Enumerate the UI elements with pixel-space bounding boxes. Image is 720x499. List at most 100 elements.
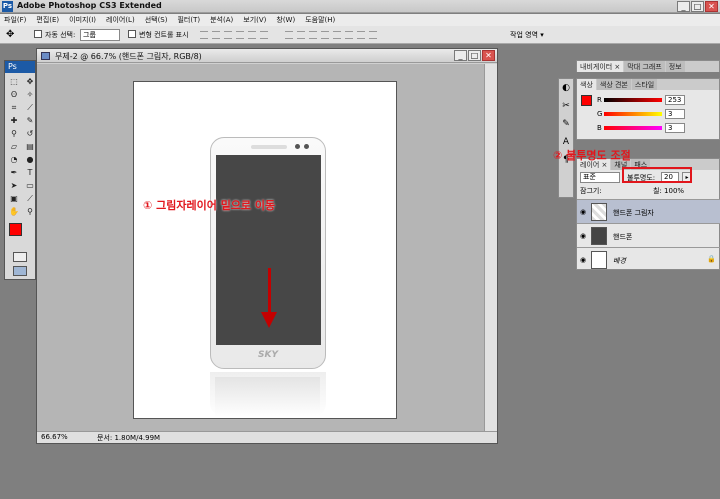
gradient-tool-icon[interactable]: ▤ bbox=[24, 141, 36, 152]
app-title: Adobe Photoshop CS3 Extended bbox=[17, 1, 162, 10]
hand-tool-icon[interactable]: ✋ bbox=[8, 206, 20, 217]
transform-controls-label: 변형 컨트롤 표시 bbox=[139, 31, 189, 39]
menu-file[interactable]: 파일(F) bbox=[4, 15, 26, 25]
doc-minimize-button[interactable]: _ bbox=[454, 50, 467, 61]
layer-name[interactable]: 배경 bbox=[613, 256, 626, 266]
move-tool-icon[interactable]: ✥ bbox=[6, 29, 14, 40]
b-label: B bbox=[597, 124, 602, 132]
color-fg-swatch[interactable] bbox=[581, 95, 592, 106]
distribute-buttons[interactable] bbox=[285, 31, 377, 39]
visibility-eye-icon[interactable]: ◉ bbox=[580, 208, 586, 216]
shape-tool-icon[interactable]: ▭ bbox=[24, 180, 36, 191]
minimize-button[interactable]: _ bbox=[677, 1, 690, 12]
menu-edit[interactable]: 편집(E) bbox=[36, 15, 59, 25]
menu-help[interactable]: 도움말(H) bbox=[305, 15, 335, 25]
auto-select-checkbox[interactable] bbox=[34, 30, 42, 38]
photoshop-app-icon: Ps bbox=[2, 1, 13, 12]
slice-tool-icon[interactable]: ⟋ bbox=[24, 102, 36, 113]
tab-navigator[interactable]: 내비게이터 × bbox=[577, 61, 624, 72]
workspace-button[interactable]: 작업 영역 ▾ bbox=[510, 30, 544, 40]
document-canvas[interactable]: SKY bbox=[133, 81, 397, 419]
tab-swatches[interactable]: 색상 견본 bbox=[596, 79, 631, 90]
fill-label: 칠: 100% bbox=[653, 187, 685, 195]
auto-select-dropdown[interactable]: 그룹 bbox=[80, 29, 120, 41]
document-title: 무제-2 @ 66.7% (핸드폰 그림자, RGB/8) bbox=[55, 52, 202, 61]
zoom-level[interactable]: 66.67% bbox=[41, 433, 68, 441]
b-value[interactable]: 3 bbox=[665, 123, 685, 133]
marquee-tool-icon[interactable]: ⬚ bbox=[8, 76, 20, 87]
vertical-scrollbar[interactable] bbox=[484, 64, 497, 432]
color-panel: 색상 색상 견본 스타일 R 253 G 3 B 3 bbox=[576, 78, 720, 140]
blur-tool-icon[interactable]: ◔ bbox=[8, 154, 20, 165]
close-button[interactable]: ✕ bbox=[705, 1, 718, 12]
document-window: 무제-2 @ 66.7% (핸드폰 그림자, RGB/8) _ □ ✕ SKY … bbox=[36, 48, 498, 444]
tab-styles[interactable]: 스타일 bbox=[631, 79, 658, 90]
g-value[interactable]: 3 bbox=[665, 109, 685, 119]
layer-row[interactable]: ◉ 핸드폰 그림자 bbox=[577, 199, 720, 223]
menu-analysis[interactable]: 분석(A) bbox=[210, 15, 233, 25]
canvas-area[interactable]: SKY bbox=[37, 64, 485, 432]
layer-thumbnail bbox=[591, 203, 607, 221]
document-title-bar: 무제-2 @ 66.7% (핸드폰 그림자, RGB/8) _ □ ✕ bbox=[37, 49, 497, 63]
options-bar: ✥ 자동 선택: 그룹 변형 컨트롤 표시 작업 영역 ▾ bbox=[0, 26, 720, 44]
r-slider[interactable] bbox=[604, 98, 662, 102]
brushes-icon[interactable]: ✎ bbox=[559, 119, 573, 133]
dodge-tool-icon[interactable]: ● bbox=[24, 154, 36, 165]
palette-icon[interactable]: ◐ bbox=[559, 83, 573, 97]
visibility-eye-icon[interactable]: ◉ bbox=[580, 256, 586, 264]
quick-mask-button[interactable] bbox=[13, 252, 27, 262]
layer-thumbnail bbox=[591, 227, 607, 245]
r-value[interactable]: 253 bbox=[665, 95, 685, 105]
fill-value[interactable]: 100% bbox=[664, 187, 684, 195]
b-slider[interactable] bbox=[604, 126, 662, 130]
toolbox-logo: Ps bbox=[5, 61, 35, 73]
visibility-eye-icon[interactable]: ◉ bbox=[580, 232, 586, 240]
menu-image[interactable]: 이미지(I) bbox=[69, 15, 96, 25]
magic-wand-tool-icon[interactable]: ✧ bbox=[24, 89, 36, 100]
doc-maximize-button[interactable]: □ bbox=[468, 50, 481, 61]
layer-row[interactable]: ◉ 핸드폰 bbox=[577, 223, 720, 247]
layer-name[interactable]: 핸드폰 그림자 bbox=[613, 208, 654, 218]
crop-tool-icon[interactable]: ⌗ bbox=[8, 102, 20, 113]
move-tool-icon[interactable]: ✥ bbox=[24, 76, 36, 87]
transform-controls-checkbox[interactable] bbox=[128, 30, 136, 38]
maximize-button[interactable]: □ bbox=[691, 1, 704, 12]
tab-info[interactable]: 정보 bbox=[665, 61, 685, 72]
menu-window[interactable]: 창(W) bbox=[276, 15, 295, 25]
align-buttons[interactable] bbox=[200, 31, 268, 39]
eyedropper-tool-icon[interactable]: ⟋ bbox=[24, 193, 36, 204]
type-tool-icon[interactable]: T bbox=[24, 167, 36, 178]
blend-mode-dropdown[interactable]: 표준 bbox=[580, 172, 620, 183]
brush-tool-icon[interactable]: ✎ bbox=[24, 115, 36, 126]
lock-label: 잠그기: bbox=[580, 187, 602, 195]
path-select-tool-icon[interactable]: ➤ bbox=[8, 180, 20, 191]
menu-filter[interactable]: 필터(T) bbox=[177, 15, 200, 25]
healing-brush-tool-icon[interactable]: ✚ bbox=[8, 115, 20, 126]
screen-mode-button[interactable] bbox=[13, 266, 27, 276]
pen-tool-icon[interactable]: ✒ bbox=[8, 167, 20, 178]
tools-preset-icon[interactable]: ✂ bbox=[559, 101, 573, 115]
g-label: G bbox=[597, 110, 603, 118]
phone-image: SKY bbox=[210, 137, 326, 369]
layer-thumbnail bbox=[591, 251, 607, 269]
notes-tool-icon[interactable]: ▣ bbox=[8, 193, 20, 204]
menu-bar: 파일(F) 편집(E) 이미지(I) 레이어(L) 선택(S) 필터(T) 분석… bbox=[0, 14, 720, 26]
doc-close-button[interactable]: ✕ bbox=[482, 50, 495, 61]
stamp-tool-icon[interactable]: ⚲ bbox=[8, 128, 20, 139]
history-brush-tool-icon[interactable]: ↺ bbox=[24, 128, 36, 139]
r-label: R bbox=[597, 96, 602, 104]
tab-color[interactable]: 색상 bbox=[577, 79, 596, 90]
phone-speaker bbox=[251, 145, 287, 149]
foreground-color-swatch[interactable] bbox=[9, 223, 22, 236]
zoom-tool-icon[interactable]: ⚲ bbox=[24, 206, 36, 217]
menu-select[interactable]: 선택(S) bbox=[145, 15, 168, 25]
tab-histogram[interactable]: 막대 그래프 bbox=[624, 61, 665, 72]
layer-row[interactable]: ◉ 배경 🔒 bbox=[577, 247, 720, 271]
menu-view[interactable]: 보기(V) bbox=[243, 15, 266, 25]
g-slider[interactable] bbox=[604, 112, 662, 116]
eraser-tool-icon[interactable]: ▱ bbox=[8, 141, 20, 152]
lasso-tool-icon[interactable]: ʘ bbox=[8, 89, 20, 100]
annotation-step1: ① 그림자레이어 밑으로 이동 bbox=[143, 199, 276, 212]
layer-name[interactable]: 핸드폰 bbox=[613, 232, 632, 242]
menu-layer[interactable]: 레이어(L) bbox=[106, 15, 135, 25]
